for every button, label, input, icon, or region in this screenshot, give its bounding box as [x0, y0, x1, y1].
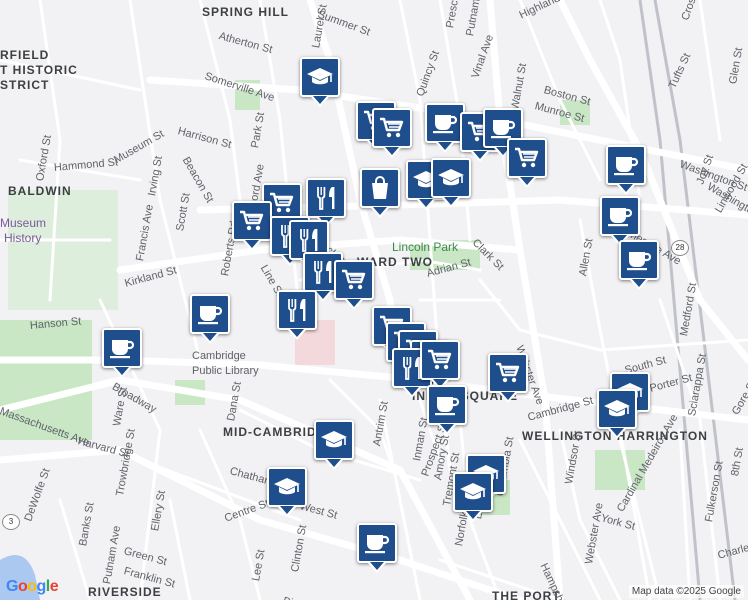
fork-knife-icon	[284, 297, 310, 323]
coffee-cup-icon	[197, 302, 223, 326]
coffee-cup-icon	[364, 531, 390, 555]
map-marker-fork-knife[interactable]	[306, 178, 346, 228]
coffee-cup-icon	[434, 393, 460, 417]
map-marker-shopping-cart[interactable]	[372, 108, 412, 158]
map-marker-coffee-cup[interactable]	[190, 294, 230, 344]
graduation-cap-icon	[306, 66, 334, 88]
map-marker-coffee-cup[interactable]	[427, 385, 467, 435]
map-marker-shopping-cart[interactable]	[488, 353, 528, 403]
shopping-cart-icon	[495, 361, 521, 385]
map-marker-coffee-cup[interactable]	[102, 328, 142, 378]
map-marker-shopping-cart[interactable]	[334, 260, 374, 310]
shopping-cart-icon	[269, 191, 295, 215]
shopping-cart-icon	[239, 209, 265, 233]
map-marker-coffee-cup[interactable]	[600, 196, 640, 246]
map-attribution[interactable]: Map data ©2025 Google	[628, 585, 744, 598]
shopping-cart-icon	[341, 268, 367, 292]
fork-knife-icon	[296, 227, 322, 253]
map-marker-graduation-cap[interactable]	[431, 158, 471, 208]
area-label: RIVERSIDE	[88, 585, 162, 599]
map-marker-coffee-cup[interactable]	[425, 103, 465, 153]
graduation-cap-icon	[437, 167, 465, 189]
map-marker-graduation-cap[interactable]	[597, 389, 637, 439]
shopping-cart-icon	[379, 116, 405, 140]
route-3-shield: 3	[2, 514, 20, 530]
poi-label: Lincoln Park	[392, 240, 459, 254]
map-marker-fork-knife[interactable]	[277, 290, 317, 340]
fork-knife-icon	[313, 185, 339, 211]
map-marker-graduation-cap[interactable]	[314, 420, 354, 470]
map-marker-graduation-cap[interactable]	[300, 57, 340, 107]
map-marker-shopping-bag[interactable]	[360, 168, 400, 218]
area-label: BALDWIN	[8, 184, 72, 198]
map-marker-coffee-cup[interactable]	[606, 145, 646, 195]
map-marker-coffee-cup[interactable]	[357, 523, 397, 573]
poi-label: Public Library	[192, 365, 259, 377]
graduation-cap-icon	[320, 429, 348, 451]
shopping-cart-icon	[427, 348, 453, 372]
area-label: RFIELD	[0, 48, 50, 62]
route-28-shield: 28	[671, 240, 689, 256]
fork-knife-icon	[310, 259, 336, 285]
coffee-cup-icon	[626, 248, 652, 272]
map-marker-coffee-cup[interactable]	[619, 240, 659, 290]
poi-label: History	[4, 231, 42, 245]
map-marker-shopping-cart[interactable]	[232, 201, 272, 251]
road-network	[0, 0, 748, 600]
coffee-cup-icon	[490, 116, 516, 140]
map-canvas[interactable]: SPRING HILL BALDWIN WARD TWO MID-CAMBRIDGE W…	[0, 0, 748, 600]
coffee-cup-icon	[432, 111, 458, 135]
coffee-cup-icon	[613, 153, 639, 177]
poi-label: Museum	[0, 216, 47, 230]
coffee-cup-icon	[109, 336, 135, 360]
google-logo: Google	[6, 578, 59, 595]
area-label: T HISTORIC	[0, 63, 78, 77]
shopping-bag-icon	[368, 175, 392, 201]
map-marker-graduation-cap[interactable]	[453, 472, 493, 522]
shopping-cart-icon	[514, 146, 540, 170]
map-marker-shopping-cart[interactable]	[507, 138, 547, 188]
graduation-cap-icon	[603, 398, 631, 420]
area-label: STRICT	[0, 78, 50, 92]
area-label: SPRING HILL	[202, 5, 290, 19]
graduation-cap-icon	[459, 481, 487, 503]
map-marker-shopping-cart[interactable]	[420, 340, 460, 390]
graduation-cap-icon	[273, 476, 301, 498]
coffee-cup-icon	[607, 204, 633, 228]
map-marker-graduation-cap[interactable]	[267, 467, 307, 517]
poi-label: Cambridge	[192, 350, 246, 362]
